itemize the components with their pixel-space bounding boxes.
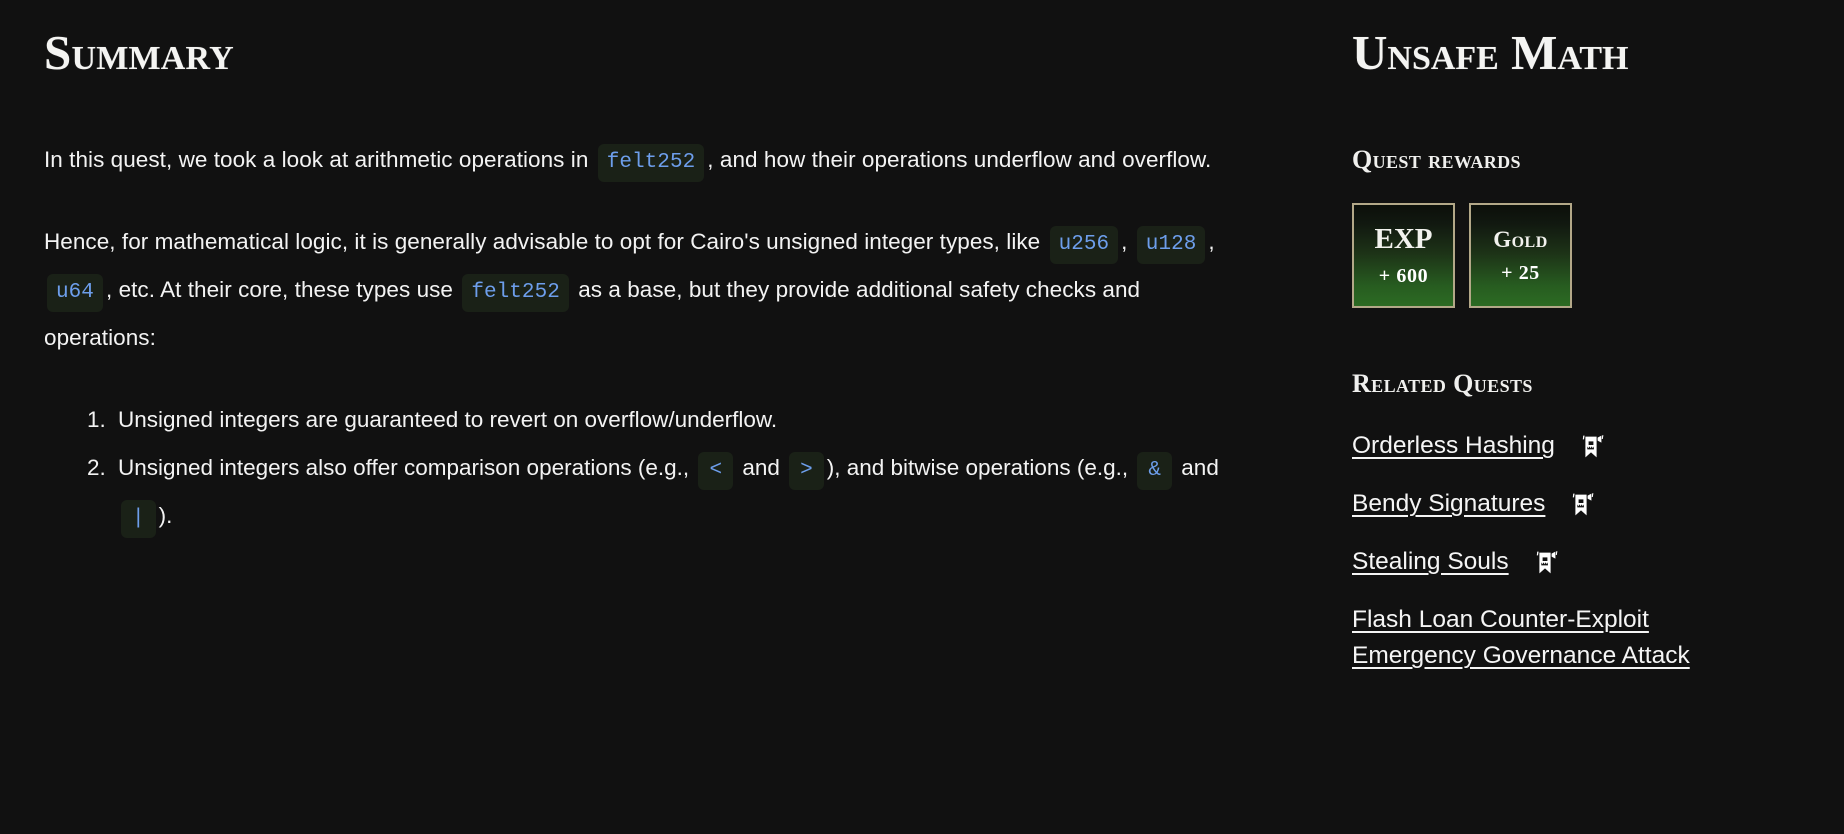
code-greater-than: > <box>789 451 824 490</box>
code-u64: u64 <box>47 273 103 312</box>
banner-icon <box>1567 491 1595 519</box>
quest-title: Unsafe Math <box>1352 25 1629 80</box>
code-felt252-base: felt252 <box>462 273 569 312</box>
related-quests-heading: Related Quests <box>1352 369 1533 399</box>
paragraph-1-text-part-2: , and how their operations underflow and… <box>707 146 1212 172</box>
list-item-2-text-part-4: and <box>1181 454 1219 480</box>
list-item-2-text-part-2: and <box>742 454 780 480</box>
list-item-2-text-part-3: ), and bitwise operations (e.g., <box>826 454 1129 480</box>
related-quest-link-emergency-governance-attack[interactable]: Emergency Governance Attack <box>1352 638 1690 674</box>
reward-card-exp: EXP + 600 <box>1352 203 1455 309</box>
main-content-column: Summary In this quest, we took a look at… <box>0 0 1290 834</box>
related-quest-row-bendy-signatures[interactable]: Bendy Signatures <box>1352 486 1804 522</box>
related-quest-row-flash-loan-counter-exploit[interactable]: Flash Loan Counter-Exploit <box>1352 602 1804 638</box>
paragraph-2-text-part-2: , etc. At their core, these types use <box>105 276 453 302</box>
reward-value-gold: + 25 <box>1501 262 1540 285</box>
reward-label-exp: EXP <box>1374 223 1433 256</box>
related-quest-link-flash-loan-counter-exploit[interactable]: Flash Loan Counter-Exploit <box>1352 602 1649 638</box>
related-quest-link-bendy-signatures[interactable]: Bendy Signatures <box>1352 486 1545 522</box>
reward-value-exp: + 600 <box>1378 265 1429 288</box>
banner-icon <box>1531 549 1559 577</box>
summary-paragraph-1: In this quest, we took a look at arithme… <box>44 136 1250 184</box>
paragraph-1-text-part-1: In this quest, we took a look at arithme… <box>44 146 589 172</box>
code-less-than: < <box>698 451 734 490</box>
code-bitwise-and: & <box>1137 451 1173 490</box>
list-item-1-text: Unsigned integers are guaranteed to reve… <box>118 406 778 432</box>
list-item: Unsigned integers are guaranteed to reve… <box>112 396 1250 444</box>
related-quest-link-stealing-souls[interactable]: Stealing Souls <box>1352 544 1509 580</box>
list-item-2-text-part-5: ). <box>158 502 173 528</box>
code-u256: u256 <box>1049 225 1119 264</box>
banner-icon <box>1577 433 1605 461</box>
code-u128: u128 <box>1136 225 1206 264</box>
page-title: Summary <box>44 25 234 80</box>
related-quest-row-stealing-souls[interactable]: Stealing Souls <box>1352 544 1804 580</box>
related-quest-row-emergency-governance-attack[interactable]: Emergency Governance Attack <box>1352 638 1804 674</box>
quest-summary-page: Summary In this quest, we took a look at… <box>0 0 1844 834</box>
code-felt252: felt252 <box>597 143 705 182</box>
reward-label-gold: Gold <box>1493 227 1548 253</box>
paragraph-2-text-part-1: Hence, for mathematical logic, it is gen… <box>44 228 1041 254</box>
quest-rewards-row: EXP + 600 Gold + 25 <box>1352 203 1804 309</box>
paragraph-2-separator-2: , <box>1208 228 1215 254</box>
related-quest-link-orderless-hashing[interactable]: Orderless Hashing <box>1352 428 1555 464</box>
code-bitwise-or: | <box>121 499 156 538</box>
quest-sidebar: Unsafe Math Quest rewards EXP + 600 Gold… <box>1290 0 1844 834</box>
related-quests-list: Orderless Hashing Bendy Signatures Steal… <box>1352 428 1804 674</box>
safety-features-list: Unsigned integers are guaranteed to reve… <box>44 396 1250 540</box>
list-item-2-text-part-1: Unsigned integers also offer comparison … <box>118 454 690 480</box>
summary-paragraph-2: Hence, for mathematical logic, it is gen… <box>44 218 1250 362</box>
reward-card-gold: Gold + 25 <box>1469 203 1572 309</box>
quest-rewards-heading: Quest rewards <box>1352 144 1521 174</box>
related-quest-row-orderless-hashing[interactable]: Orderless Hashing <box>1352 428 1804 464</box>
list-item: Unsigned integers also offer comparison … <box>112 444 1250 540</box>
paragraph-2-separator-1: , <box>1121 228 1128 254</box>
